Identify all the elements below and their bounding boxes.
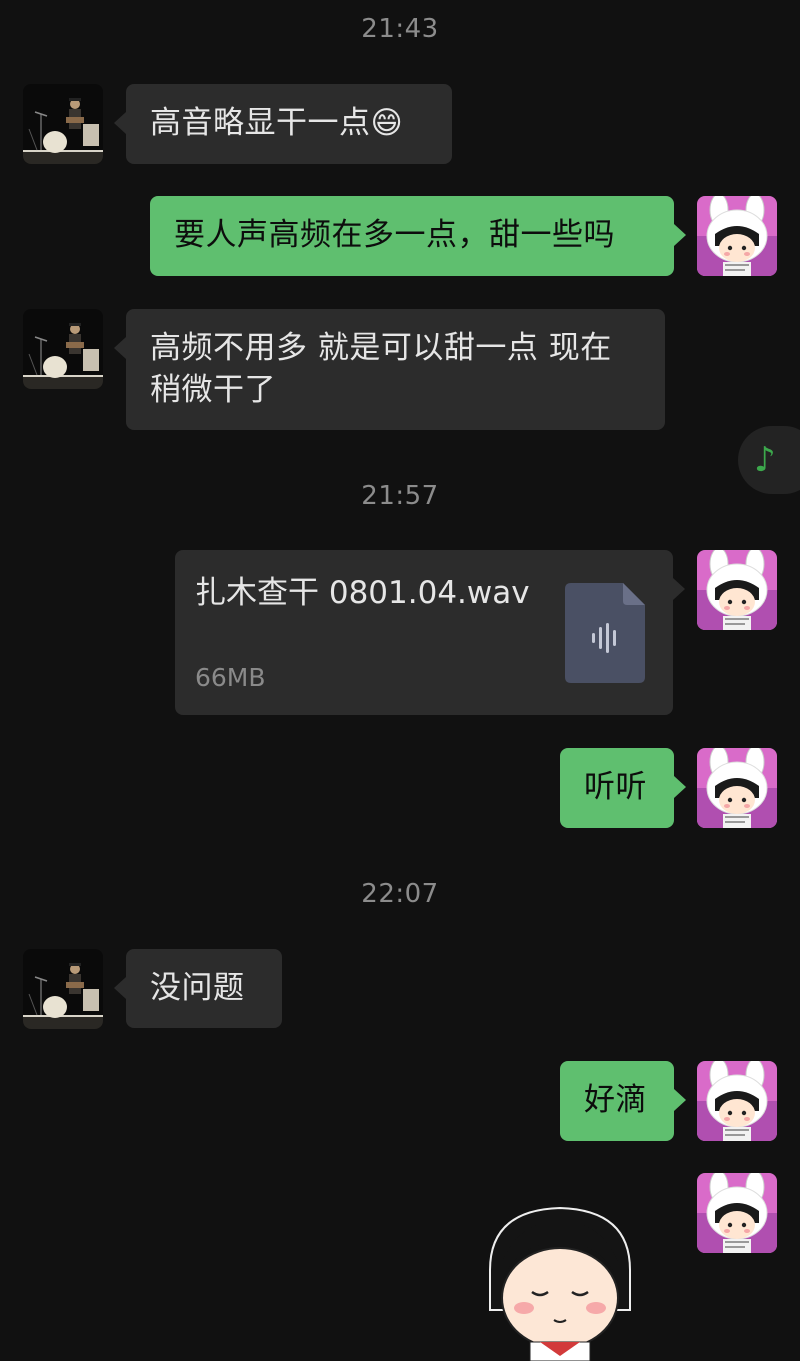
incoming-message[interactable]: 没问题: [114, 949, 282, 1028]
my-avatar[interactable]: [697, 748, 777, 828]
timestamp: 22:07: [361, 879, 439, 909]
my-avatar[interactable]: [697, 196, 777, 276]
file-size: 66MB: [195, 663, 266, 692]
contact-avatar[interactable]: [23, 949, 103, 1029]
message-text: 高频不用多 就是可以甜一点 现在稍微干了: [150, 330, 612, 408]
outgoing-message[interactable]: 听听: [560, 748, 686, 828]
file-name: 扎木查干 0801.04.wav: [195, 575, 530, 611]
file-message[interactable]: 扎木查干 0801.04.wav 66MB: [175, 550, 685, 715]
message-text: 要人声高频在多一点，甜一些吗: [174, 217, 615, 253]
my-avatar[interactable]: [697, 550, 777, 630]
message-text: 没问题: [150, 970, 245, 1006]
sticker-message[interactable]: [480, 1200, 640, 1361]
outgoing-message[interactable]: 好滴: [560, 1061, 686, 1141]
message-text: 高音略显干一点😄: [150, 105, 404, 141]
contact-avatar[interactable]: [23, 309, 103, 389]
my-avatar[interactable]: [697, 1061, 777, 1141]
incoming-message[interactable]: 高音略显干一点😄: [114, 84, 452, 164]
incoming-message[interactable]: 高频不用多 就是可以甜一点 现在稍微干了: [114, 309, 665, 430]
timestamp: 21:43: [361, 14, 439, 44]
music-note-icon: ♪: [754, 440, 776, 480]
timestamp: 21:57: [361, 481, 439, 511]
contact-avatar[interactable]: [23, 84, 103, 164]
message-text: 听听: [584, 769, 647, 805]
audio-file-icon: [565, 583, 645, 683]
message-text: 好滴: [584, 1082, 647, 1118]
outgoing-message[interactable]: 要人声高频在多一点，甜一些吗: [150, 196, 686, 276]
my-avatar[interactable]: [697, 1173, 777, 1253]
